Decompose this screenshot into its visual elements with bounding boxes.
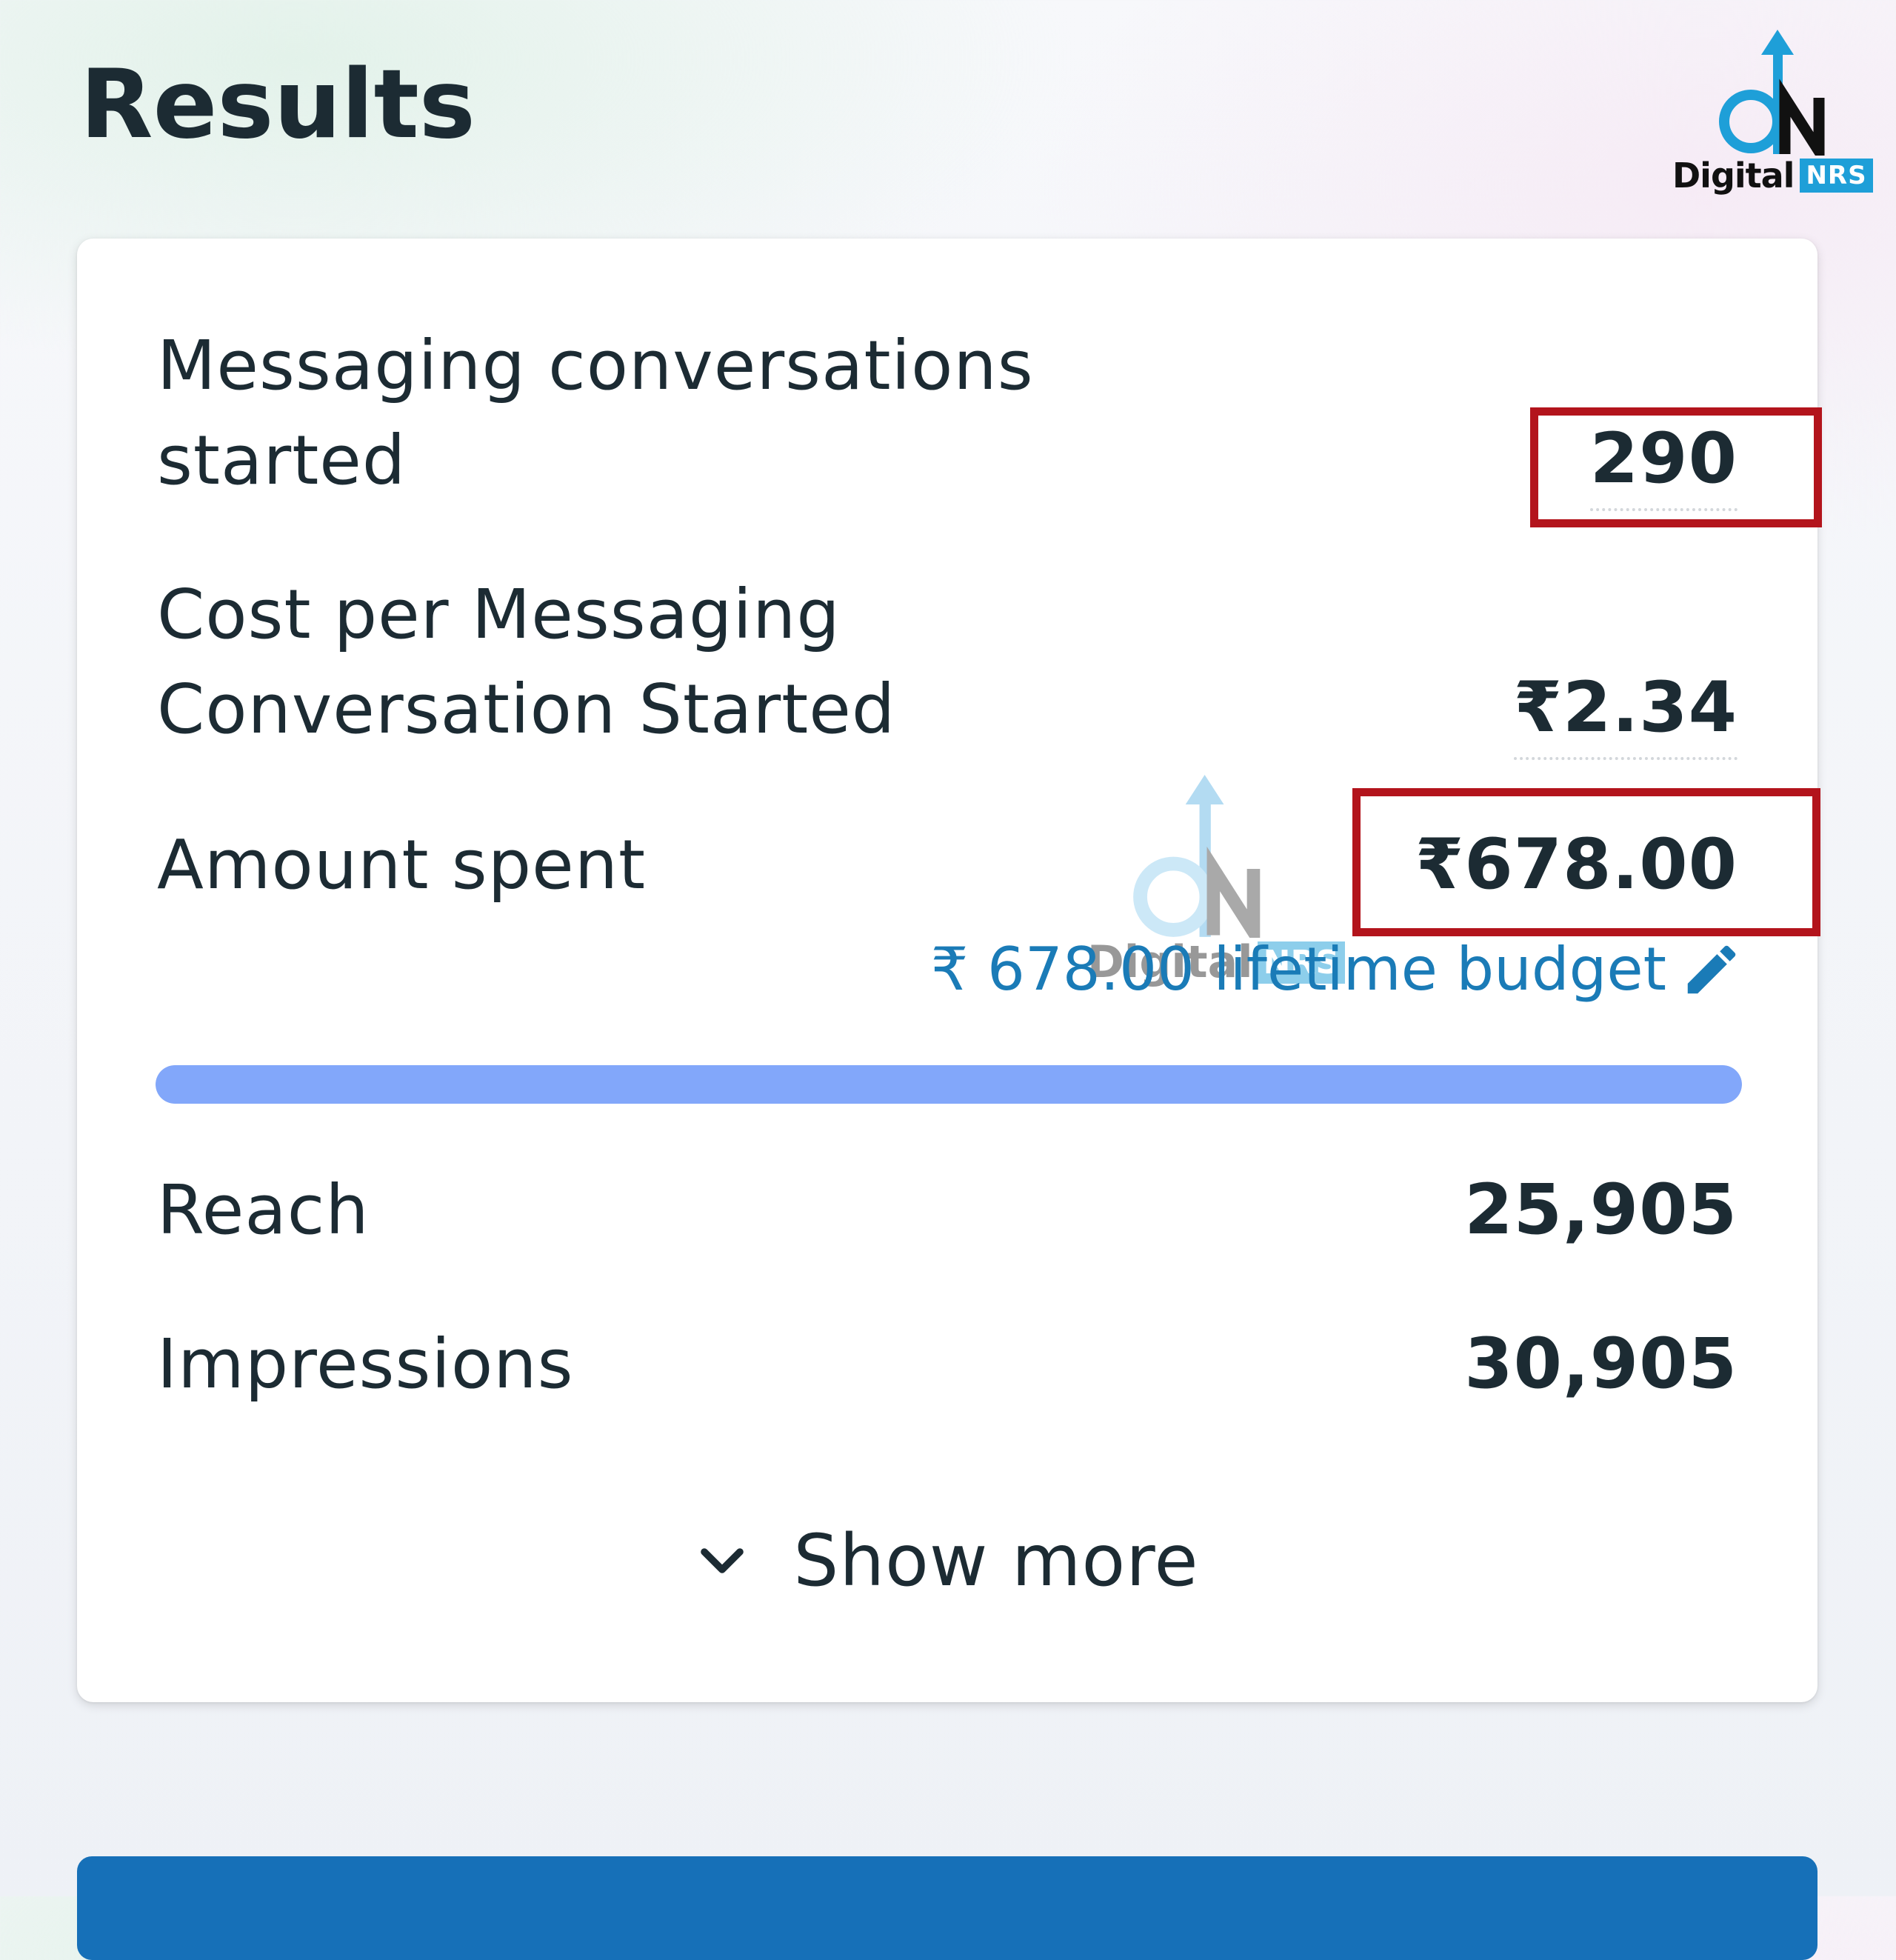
show-more-label: Show more — [793, 1519, 1199, 1602]
cost-label-line1: Cost per Messaging — [157, 575, 841, 654]
primary-action-button[interactable] — [77, 1856, 1817, 1960]
cost-per-messaging-value[interactable]: ₹2.34 — [1513, 661, 1738, 760]
brand-logo: Digital NRS — [1672, 30, 1873, 200]
logo-tag: NRS — [1800, 159, 1873, 193]
lifetime-budget-link[interactable]: ₹ 678.00 lifetime budget — [931, 929, 1743, 1010]
pencil-icon[interactable] — [1680, 938, 1743, 1001]
impressions-label: Impressions — [157, 1324, 574, 1404]
amount-spent-highlight-box — [1352, 788, 1820, 936]
dn-logo-icon — [1719, 30, 1825, 156]
messaging-highlight-box — [1530, 407, 1822, 527]
results-card: Digital NRS Messaging conversations star… — [77, 239, 1822, 1702]
impressions-value: 30,905 — [1464, 1324, 1738, 1404]
reach-label: Reach — [157, 1170, 370, 1250]
amount-spent-label: Amount spent — [157, 825, 647, 904]
show-more-button[interactable]: Show more — [77, 1513, 1817, 1609]
chevron-down-icon — [701, 1548, 744, 1573]
reach-value: 25,905 — [1464, 1170, 1738, 1250]
logo-word: Digital — [1672, 156, 1795, 196]
budget-progress-bar — [156, 1065, 1742, 1104]
messaging-label-line2: started — [157, 421, 407, 500]
cost-label-line2: Conversation Started — [157, 670, 896, 749]
messaging-label-line1: Messaging conversations — [157, 326, 1034, 405]
page-title: Results — [80, 50, 475, 160]
lifetime-budget-text: ₹ 678.00 lifetime budget — [930, 935, 1666, 1004]
messaging-conversations-label: Messaging conversations started — [157, 319, 1034, 508]
budget-progress-fill — [156, 1065, 1742, 1104]
cost-per-messaging-label: Cost per Messaging Conversation Started — [157, 567, 895, 757]
watermark-logo-icon — [1133, 775, 1261, 938]
